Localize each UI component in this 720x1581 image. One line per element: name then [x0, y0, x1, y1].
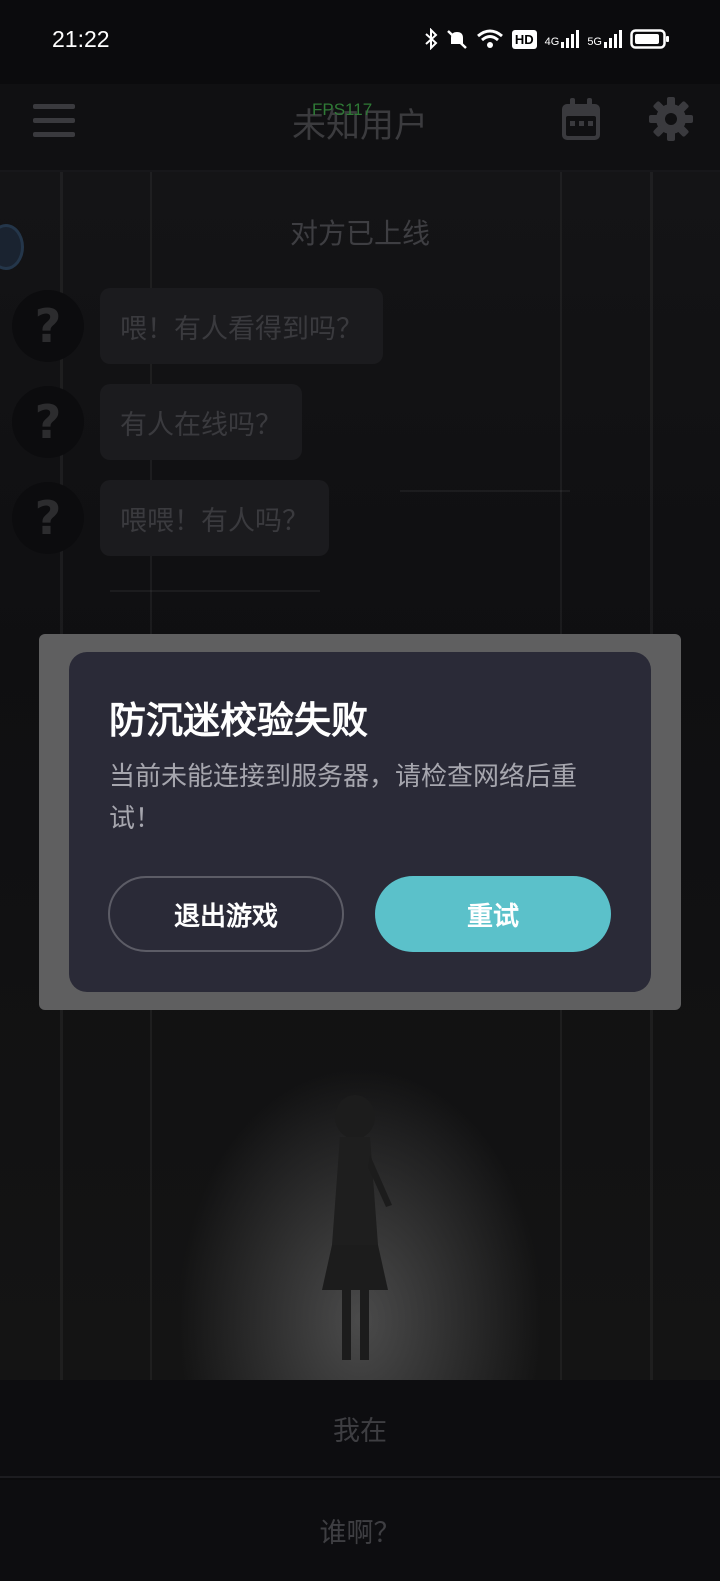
unknown-avatar: ?	[12, 482, 84, 554]
anti-addiction-dialog: 防沉迷校验失败 当前未能连接到服务器，请检查网络后重试！ 退出游戏 重试	[69, 652, 651, 992]
message-bubble: 有人在线吗？	[100, 384, 302, 460]
status-icons: HD 4G 5G	[424, 28, 670, 50]
fps-counter: FPS117	[312, 100, 373, 119]
alley-line	[400, 490, 570, 492]
retry-button[interactable]: 重试	[375, 876, 611, 952]
unknown-avatar: ?	[12, 386, 84, 458]
chat-status: 对方已上线	[289, 217, 430, 250]
signal-4g-icon: 4G	[545, 30, 580, 48]
message-bubble: 喂喂！有人吗？	[100, 480, 329, 556]
dialog-title: 防沉迷校验失败	[109, 699, 368, 742]
reply-option-1[interactable]: 我在	[0, 1380, 720, 1478]
bluetooth-icon	[425, 28, 438, 50]
exit-game-button[interactable]: 退出游戏	[108, 876, 344, 952]
calendar-icon[interactable]	[560, 96, 602, 142]
reply-option-2[interactable]: 谁啊？	[0, 1480, 720, 1581]
hd-icon: HD	[511, 29, 537, 49]
gear-icon[interactable]	[648, 96, 694, 142]
status-bar: 21:22 HD 4G 5G	[0, 0, 720, 84]
battery-icon	[630, 29, 669, 49]
alley-line	[110, 590, 320, 592]
mute-icon	[446, 30, 467, 49]
dialog-message: 当前未能连接到服务器，请检查网络后重试！	[109, 762, 578, 834]
girl-silhouette	[322, 1095, 392, 1360]
message-bubble: 喂！有人看得到吗？	[100, 288, 383, 364]
signal-5g-icon: 5G	[587, 30, 622, 48]
signal-5g-label: 5G	[587, 36, 602, 48]
wifi-icon	[476, 29, 503, 48]
signal-4g-label: 4G	[544, 36, 560, 48]
top-header: 未知用户 FPS117	[0, 84, 720, 172]
unknown-avatar: ?	[12, 290, 84, 362]
status-time: 21:22	[52, 26, 110, 52]
